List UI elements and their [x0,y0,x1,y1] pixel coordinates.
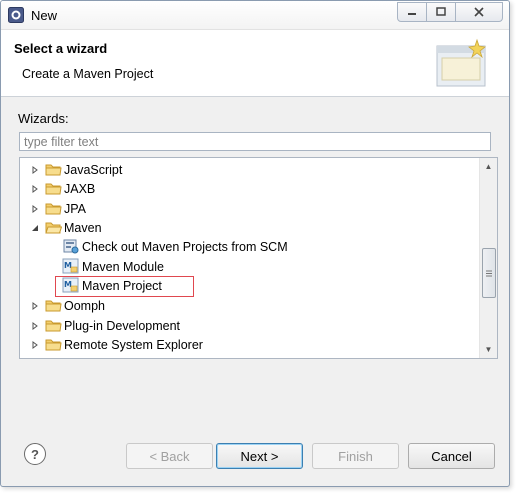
close-button[interactable] [455,2,503,22]
tree-item-label: Remote System Explorer [64,337,203,352]
wizard-banner-icon [436,38,486,87]
expand-arrow-icon[interactable] [30,321,40,331]
back-button[interactable]: < Back [126,443,213,469]
new-wizard-dialog: New Select a wizard Create a Maven Proje… [0,0,510,487]
cancel-button[interactable]: Cancel [408,443,495,469]
expand-arrow-icon[interactable] [30,165,40,175]
tree-item-label: JAXB [64,181,96,196]
window-controls [397,2,503,22]
tree-item-maven-module[interactable]: M Maven Module [20,257,480,276]
scroll-up-icon[interactable]: ▲ [480,158,497,175]
finish-button[interactable]: Finish [312,443,399,469]
tree-item-remote-system-explorer[interactable]: Remote System Explorer [20,335,480,354]
grip-icon [486,270,492,276]
tree-item-label: JPA [64,201,86,216]
help-button[interactable]: ? [24,443,46,465]
eclipse-app-icon [8,7,24,23]
page-title: Select a wizard [14,41,108,56]
wizard-header: Select a wizard Create a Maven Project [1,30,509,97]
expand-arrow-icon[interactable] [30,204,40,214]
tree-item-jpa[interactable]: JPA [20,199,480,218]
expand-arrow-icon[interactable] [30,340,40,350]
tree-item-label: Oomph [64,298,105,313]
tree-item-oomph[interactable]: Oomph [20,296,480,315]
expand-arrow-icon[interactable] [30,301,40,311]
folder-icon [45,164,62,176]
tree-item-jaxb[interactable]: JAXB [20,179,480,198]
tree-item-label: Maven Module [82,259,164,274]
folder-icon [45,203,62,215]
collapse-arrow-icon[interactable] [30,223,40,233]
folder-open-icon [45,222,62,234]
tree-item-label: Plug-in Development [64,318,181,333]
selection-highlight [55,276,194,297]
tree-item-label: Check out Maven Projects from SCM [82,239,288,254]
tree-item-check-out-maven[interactable]: Check out Maven Projects from SCM [20,237,480,256]
title-bar[interactable]: New [1,1,509,30]
minimize-button[interactable] [397,2,427,22]
next-button[interactable]: Next > [216,443,303,469]
scrollbar-thumb[interactable] [482,248,496,298]
expand-arrow-icon[interactable] [30,184,40,194]
tree-item-plug-in-development[interactable]: Plug-in Development [20,316,480,335]
maximize-icon [436,7,446,16]
window-title: New [31,8,58,23]
maven-module-icon: M [62,258,79,274]
tree-item-maven[interactable]: Maven [20,218,480,237]
scm-checkout-icon [63,239,79,254]
folder-icon [45,339,62,351]
minimize-icon [408,13,416,15]
scroll-down-icon[interactable]: ▼ [480,341,497,358]
wizards-label: Wizards: [18,111,69,126]
folder-icon [45,300,62,312]
folder-icon [45,183,62,195]
maximize-button[interactable] [426,2,456,22]
tree-scrollbar[interactable]: ▲ ▼ [479,158,497,358]
close-icon [474,7,484,17]
wizard-tree[interactable]: JavaScript JAXB JPA Maven Check out Mave… [19,157,498,359]
filter-input[interactable] [19,132,491,151]
page-description: Create a Maven Project [22,67,154,81]
folder-icon [45,320,62,332]
tree-item-label: JavaScript [64,162,123,177]
tree-item-label: Maven [64,220,102,235]
tree-item-javascript[interactable]: JavaScript [20,160,480,179]
